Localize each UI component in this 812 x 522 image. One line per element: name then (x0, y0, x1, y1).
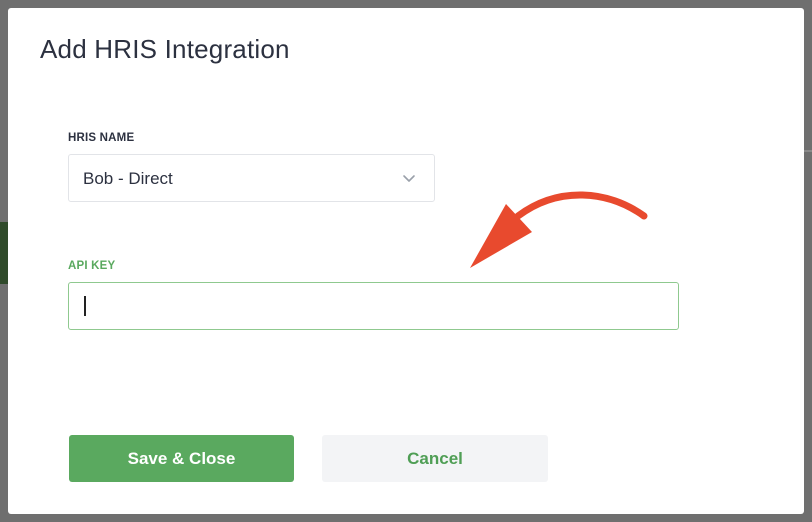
hris-name-selected-value: Bob - Direct (83, 169, 173, 188)
cancel-button[interactable]: Cancel (322, 435, 548, 482)
chevron-down-icon (403, 175, 415, 182)
backdrop-accent (0, 222, 8, 284)
add-hris-integration-modal: Add HRIS Integration HRIS NAME Bob - Dir… (8, 8, 804, 514)
text-cursor (84, 296, 86, 316)
hris-name-select[interactable]: Bob - Direct (68, 154, 435, 202)
modal-title: Add HRIS Integration (40, 34, 290, 64)
api-key-label: API KEY (68, 260, 116, 272)
api-key-input[interactable] (68, 282, 679, 330)
hris-name-label: HRIS NAME (68, 132, 135, 144)
save-close-button[interactable]: Save & Close (69, 435, 294, 482)
annotation-arrow-icon (470, 191, 648, 268)
